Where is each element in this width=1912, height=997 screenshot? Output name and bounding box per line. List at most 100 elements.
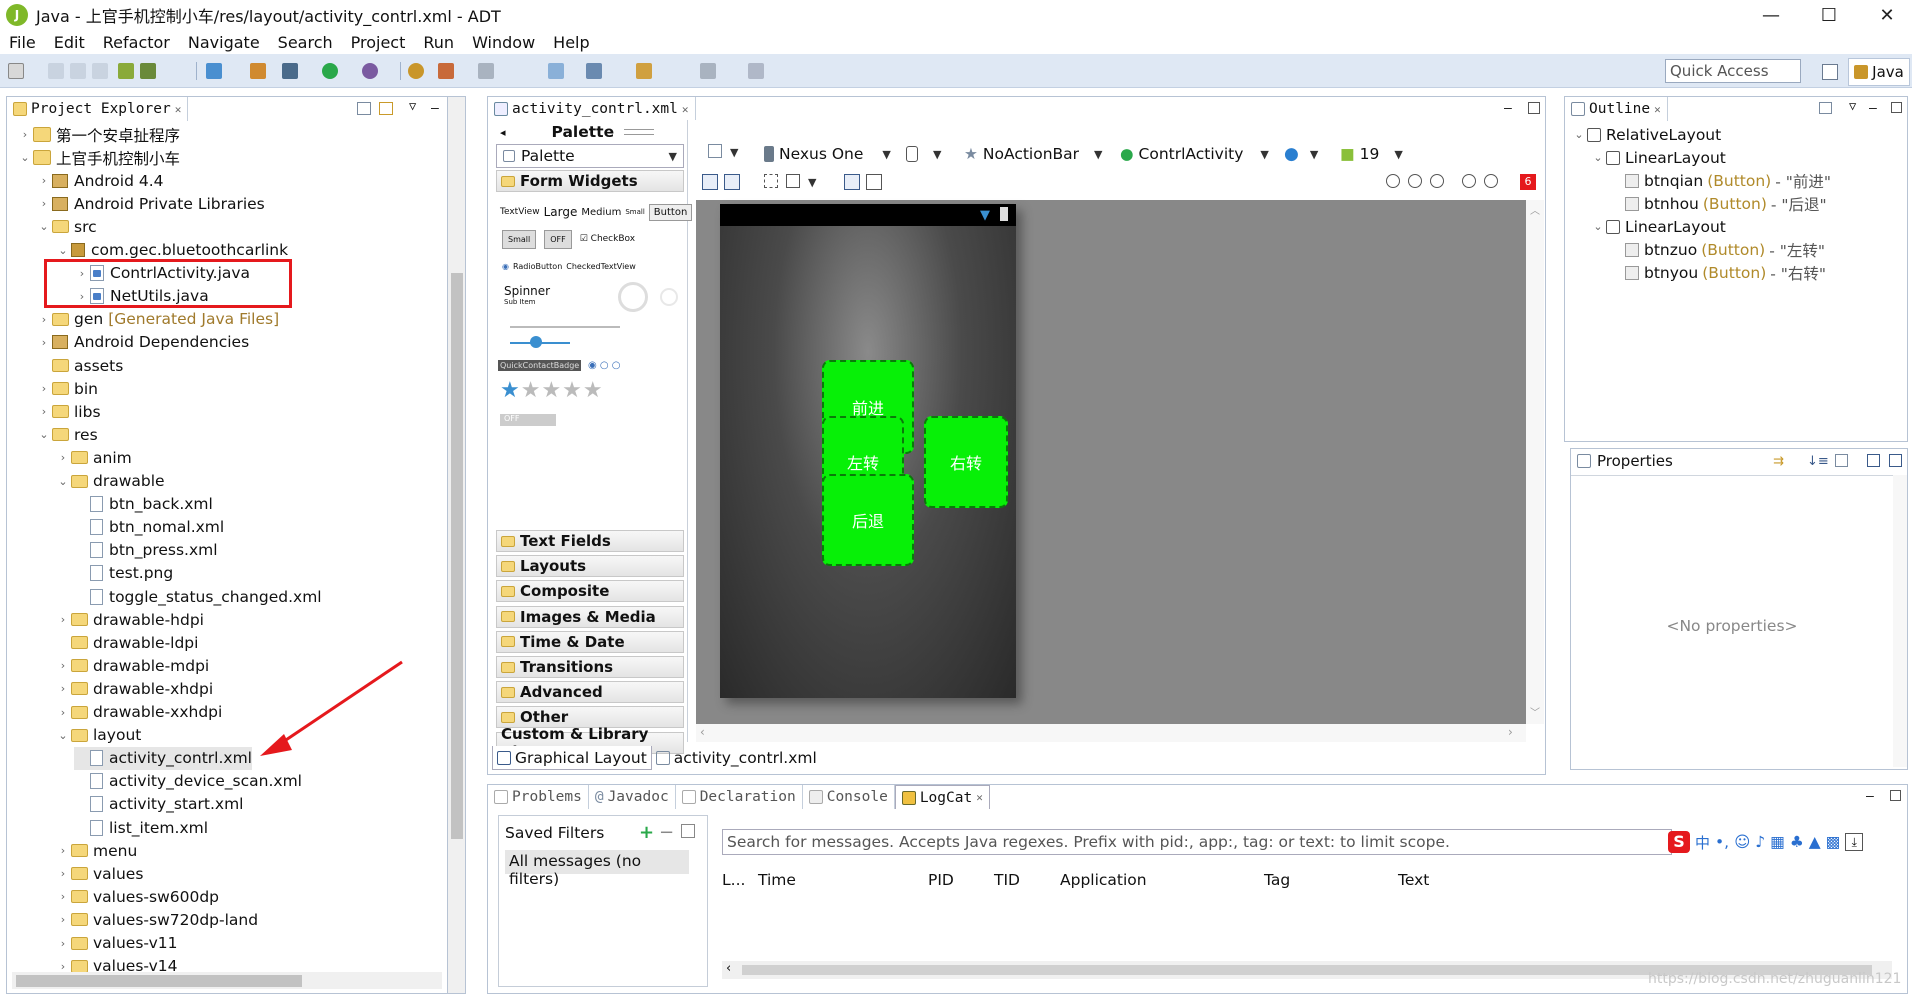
chevron-right-icon[interactable]: › (55, 659, 71, 672)
chevron-right-icon[interactable]: › (17, 128, 33, 141)
edit-filter-icon[interactable] (681, 824, 695, 838)
android-sdk-icon[interactable] (118, 63, 134, 79)
chevron-down-icon[interactable]: ⌄ (55, 475, 71, 488)
canvas-vscroll[interactable]: ︿ ﹀ (1526, 200, 1544, 724)
quick-access-input[interactable]: Quick Access (1665, 59, 1801, 83)
device-screen[interactable]: ▼ 前进 左转 后退 右转 (720, 204, 1016, 698)
tree-item[interactable]: › drawable-xxhdpi (55, 701, 223, 724)
tree-item[interactable]: › values-v11 (55, 932, 178, 955)
advanced-icon[interactable]: ⇉ (1773, 454, 1784, 469)
tree-item[interactable]: btn_back.xml (74, 493, 213, 516)
widget-medium-text[interactable]: Medium (581, 207, 621, 218)
config-chooser-icon[interactable] (708, 144, 722, 158)
outline-item[interactable]: ⌄ LinearLayout (1590, 215, 1725, 238)
chevron-right-icon[interactable]: › (36, 382, 52, 395)
orientation-selector[interactable]: ▼ (906, 140, 941, 168)
palette-section[interactable]: Advanced (496, 681, 684, 704)
maximize-view-icon[interactable] (1890, 790, 1901, 801)
skin-icon[interactable]: ▲ (1809, 833, 1821, 851)
tree-item[interactable]: › 第一个安卓扯程序 (17, 123, 180, 146)
widget-toggle[interactable]: OFF (544, 229, 572, 249)
chevron-down-icon[interactable]: ⌄ (55, 244, 71, 257)
menu-search[interactable]: Search (269, 33, 342, 52)
declaration-tab[interactable]: Declaration (675, 785, 803, 809)
zoom-in-icon[interactable] (1484, 174, 1498, 188)
chevron-down-icon[interactable]: ⌄ (1590, 151, 1606, 164)
next-annotation-icon[interactable] (548, 63, 564, 79)
chevron-right-icon[interactable]: › (55, 960, 71, 973)
project-explorer-vscroll[interactable] (448, 96, 466, 994)
scroll-up-icon[interactable]: ︿ (1530, 202, 1540, 217)
microphone-icon[interactable]: ♪ (1755, 833, 1765, 851)
chevron-down-icon[interactable]: ▼ (730, 146, 738, 159)
chevron-down-icon[interactable]: ⌄ (55, 729, 71, 742)
toolbox-icon[interactable]: ▩ (1826, 833, 1841, 851)
zoom-real-icon[interactable] (1430, 174, 1444, 188)
expand-all-icon[interactable] (1867, 454, 1880, 467)
chevron-right-icon[interactable]: › (55, 451, 71, 464)
save-all-icon[interactable] (70, 63, 86, 79)
minimize-editor-icon[interactable]: — (1504, 101, 1512, 116)
widget-radiobutton[interactable]: RadioButton (513, 262, 562, 271)
menu-help[interactable]: Help (544, 33, 598, 52)
tree-item[interactable]: › values-sw600dp (55, 885, 219, 908)
tree-item[interactable]: btn_nomal.xml (74, 516, 224, 539)
tree-item[interactable]: › Android Private Libraries (36, 192, 265, 215)
chevron-right-icon[interactable]: › (55, 913, 71, 926)
menu-edit[interactable]: Edit (45, 33, 94, 52)
widget-small-text[interactable]: Small (625, 208, 644, 216)
tree-item[interactable]: activity_device_scan.xml (74, 770, 302, 793)
logcat-search-input[interactable]: Search for messages. Accepts Java regexe… (722, 829, 1672, 855)
sogou-icon[interactable]: S (1668, 831, 1690, 853)
tree-item[interactable]: › values-sw720dp-land (55, 908, 258, 931)
close-tab-icon[interactable]: ✕ (1654, 103, 1661, 116)
tree-item[interactable]: btn_press.xml (74, 539, 218, 562)
menu-navigate[interactable]: Navigate (179, 33, 269, 52)
properties-vscroll[interactable] (1893, 475, 1907, 767)
outline-item[interactable]: ⌄ LinearLayout (1590, 146, 1725, 169)
palette-section[interactable]: Layouts (496, 555, 684, 578)
forward-icon[interactable] (700, 63, 716, 79)
project-explorer-hscroll[interactable] (12, 972, 442, 989)
chevron-down-icon[interactable]: ⌄ (36, 428, 52, 441)
external-tools-icon[interactable] (362, 63, 378, 79)
debug-icon[interactable] (282, 63, 298, 79)
outline-item[interactable]: ⌄ RelativeLayout (1571, 123, 1721, 146)
minimize-view-icon[interactable]: — (431, 101, 439, 116)
open-type-icon[interactable] (438, 63, 454, 79)
chevron-down-icon[interactable]: ⌄ (36, 220, 52, 233)
avd-manager-icon[interactable] (140, 63, 156, 79)
tree-item[interactable]: activity_start.xml (74, 793, 244, 816)
tree-item[interactable]: toggle_status_changed.xml (74, 585, 322, 608)
tree-item[interactable]: ⌄ res (36, 423, 97, 446)
right-button[interactable]: 右转 (924, 416, 1008, 508)
scroll-left-icon[interactable]: ‹ (700, 725, 705, 739)
chevron-right-icon[interactable]: › (55, 844, 71, 857)
minimize-view-icon[interactable]: — (1866, 789, 1874, 804)
collapse-all-icon[interactable] (357, 102, 371, 115)
outline-item[interactable]: btnqian (Button) - "前进" (1609, 169, 1831, 192)
column-tag[interactable]: Tag (1264, 871, 1290, 889)
widget-checkbox[interactable]: ☑ CheckBox (580, 234, 635, 244)
link-editor-icon[interactable] (379, 102, 393, 115)
maximize-view-icon[interactable] (1891, 102, 1902, 113)
user-icon[interactable]: ♣ (1790, 833, 1804, 851)
layout-canvas[interactable]: ▼ 前进 左转 后退 右转 (696, 200, 1526, 724)
chevron-right-icon[interactable]: › (55, 706, 71, 719)
chevron-down-icon[interactable]: ▼ (808, 176, 816, 189)
zoom-actual-icon[interactable] (1408, 174, 1422, 188)
chevron-right-icon[interactable]: › (55, 937, 71, 950)
console-tab[interactable]: Console (802, 785, 895, 809)
tree-item[interactable]: › drawable-hdpi (55, 608, 204, 631)
chevron-right-icon[interactable]: › (55, 867, 71, 880)
rating-bar[interactable]: ★★★★★ (500, 378, 604, 403)
palette-grip[interactable] (624, 129, 655, 135)
open-perspective-icon[interactable] (1822, 64, 1838, 80)
logcat-tab[interactable]: LogCat ✕ (894, 785, 990, 809)
tree-item[interactable]: › libs (36, 400, 101, 423)
project-explorer-tab[interactable]: Project Explorer ✕ (7, 97, 189, 121)
theme-selector[interactable]: ★ NoActionBar ▼ (964, 140, 1103, 168)
gravity-icon[interactable] (786, 174, 800, 188)
menu-project[interactable]: Project (342, 33, 415, 52)
api-level-selector[interactable]: ■ 19 ▼ (1340, 140, 1403, 168)
